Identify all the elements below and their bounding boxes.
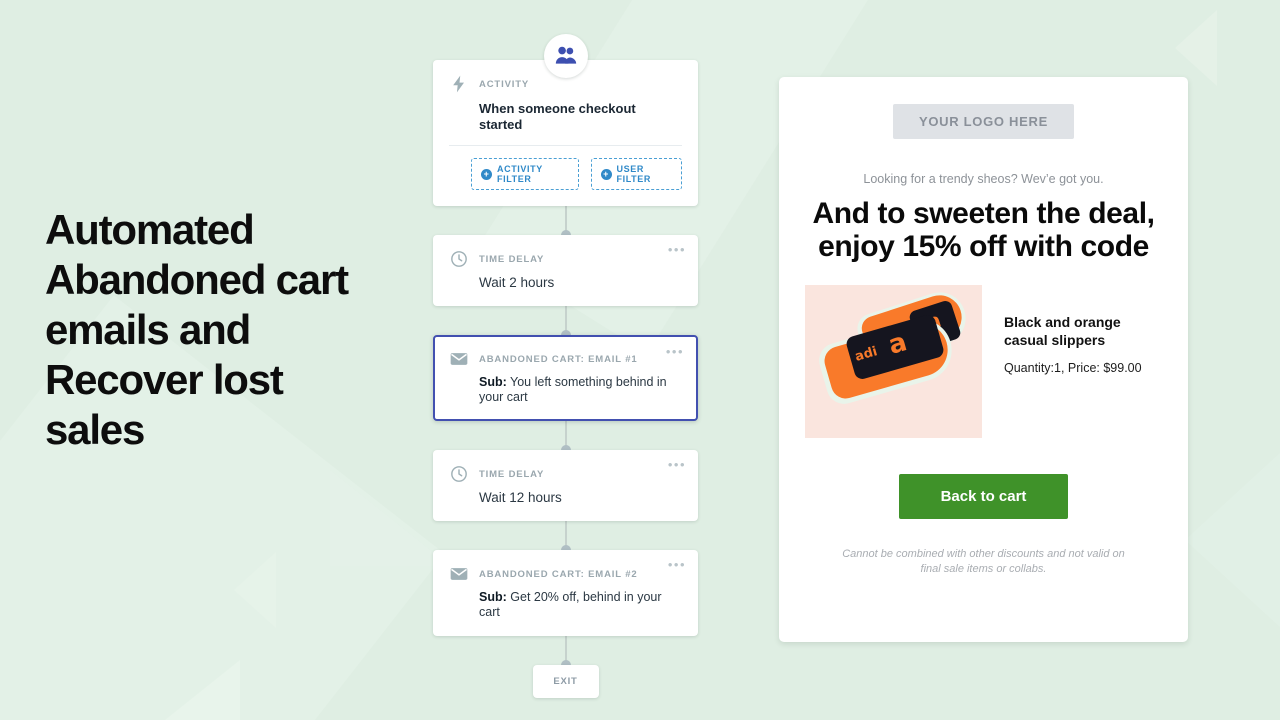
logo-placeholder: YOUR LOGO HERE xyxy=(893,104,1074,139)
product-info: Black and orange casual slippers Quantit… xyxy=(1004,285,1154,375)
envelope-icon xyxy=(449,564,469,584)
email-headline: And to sweeten the deal, enjoy 15% off w… xyxy=(812,197,1155,263)
user-filter-button[interactable]: + USER FILTER xyxy=(590,158,682,190)
email-preview-panel: YOUR LOGO HERE Looking for a trendy sheo… xyxy=(779,77,1188,642)
plus-circle-icon: + xyxy=(600,168,612,180)
automation-flow: ACTIVITY When someone checkout started +… xyxy=(433,34,698,698)
bg-triangle-3 xyxy=(1185,430,1280,650)
delay-1-kicker: TIME DELAY xyxy=(479,253,545,265)
clock-icon xyxy=(449,249,469,269)
flow-node-email-1[interactable]: ••• ABANDONED CART: EMAIL #1 Sub: You le… xyxy=(433,335,698,421)
delay-2-header: TIME DELAY xyxy=(449,464,682,484)
trigger-title: When someone checkout started xyxy=(479,101,636,132)
email-eyebrow-text: Looking for a trendy sheos? Wev’e got yo… xyxy=(863,172,1104,186)
group-people-icon xyxy=(543,34,588,78)
connector xyxy=(433,206,698,240)
flow-node-email-2[interactable]: ••• ABANDONED CART: EMAIL #2 Sub: Get 20… xyxy=(433,550,698,636)
kebab-menu-icon[interactable]: ••• xyxy=(666,345,684,358)
trigger-divider xyxy=(449,145,682,146)
flow-node-time-delay-1[interactable]: ••• TIME DELAY Wait 2 hours xyxy=(433,235,698,306)
connector xyxy=(433,306,698,340)
back-to-cart-button[interactable]: Back to cart xyxy=(898,474,1069,519)
flow-node-exit[interactable]: EXIT xyxy=(532,665,599,698)
connector xyxy=(433,421,698,455)
flow-node-time-delay-2[interactable]: ••• TIME DELAY Wait 12 hours xyxy=(433,450,698,521)
bg-triangle-2 xyxy=(234,552,276,628)
product-image: a a adi xyxy=(805,285,982,438)
product-quantity-price: Quantity:1, Price: $99.00 xyxy=(1004,361,1142,375)
email-2-sub-text: Get 20% off, behind in your cart xyxy=(479,590,662,619)
clock-icon xyxy=(449,464,469,484)
envelope-icon xyxy=(449,349,469,369)
email-1-kicker: ABANDONED CART: EMAIL #1 xyxy=(479,353,638,365)
email-1-sub-text: You left something behind in your cart xyxy=(479,375,667,404)
kebab-menu-icon[interactable]: ••• xyxy=(668,243,686,256)
page-title: Automated Abandoned cart emails and Reco… xyxy=(45,206,349,453)
trigger-filters: + ACTIVITY FILTER + USER FILTER xyxy=(471,158,682,190)
bg-triangle-4 xyxy=(150,660,240,720)
email-1-sub-label: Sub: xyxy=(479,375,507,389)
connector xyxy=(433,521,698,555)
bg-triangle-5 xyxy=(330,470,450,566)
email-1-header: ABANDONED CART: EMAIL #1 xyxy=(449,349,682,369)
screenshot-root: Automated Abandoned cart emails and Reco… xyxy=(0,0,1280,720)
bg-triangle-1 xyxy=(1175,10,1217,86)
flow-node-trigger[interactable]: ACTIVITY When someone checkout started +… xyxy=(433,60,698,206)
product-name: Black and orange casual slippers xyxy=(1004,314,1121,348)
trigger-kicker: ACTIVITY xyxy=(479,78,530,90)
user-filter-label: USER FILTER xyxy=(616,164,651,184)
kebab-menu-icon[interactable]: ••• xyxy=(668,458,686,471)
connector xyxy=(433,636,698,670)
delay-2-kicker: TIME DELAY xyxy=(479,468,545,480)
activity-filter-label: ACTIVITY FILTER xyxy=(497,164,543,184)
email-2-kicker: ABANDONED CART: EMAIL #2 xyxy=(479,568,638,580)
email-2-subject: Sub: Get 20% off, behind in your cart xyxy=(479,590,682,620)
product-block: a a adi Black and orange casual slippers… xyxy=(805,285,1162,438)
email-1-subject: Sub: You left something behind in your c… xyxy=(479,375,682,405)
lightning-bolt-icon xyxy=(449,74,469,94)
email-2-sub-label: Sub: xyxy=(479,590,507,604)
delay-1-header: TIME DELAY xyxy=(449,249,682,269)
activity-filter-button[interactable]: + ACTIVITY FILTER xyxy=(471,158,579,190)
email-2-header: ABANDONED CART: EMAIL #2 xyxy=(449,564,682,584)
email-disclaimer: Cannot be combined with other discounts … xyxy=(842,548,1125,575)
plus-circle-icon: + xyxy=(481,168,492,180)
kebab-menu-icon[interactable]: ••• xyxy=(668,558,686,571)
delay-1-value: Wait 2 hours xyxy=(479,275,555,290)
delay-2-value: Wait 12 hours xyxy=(479,490,562,505)
